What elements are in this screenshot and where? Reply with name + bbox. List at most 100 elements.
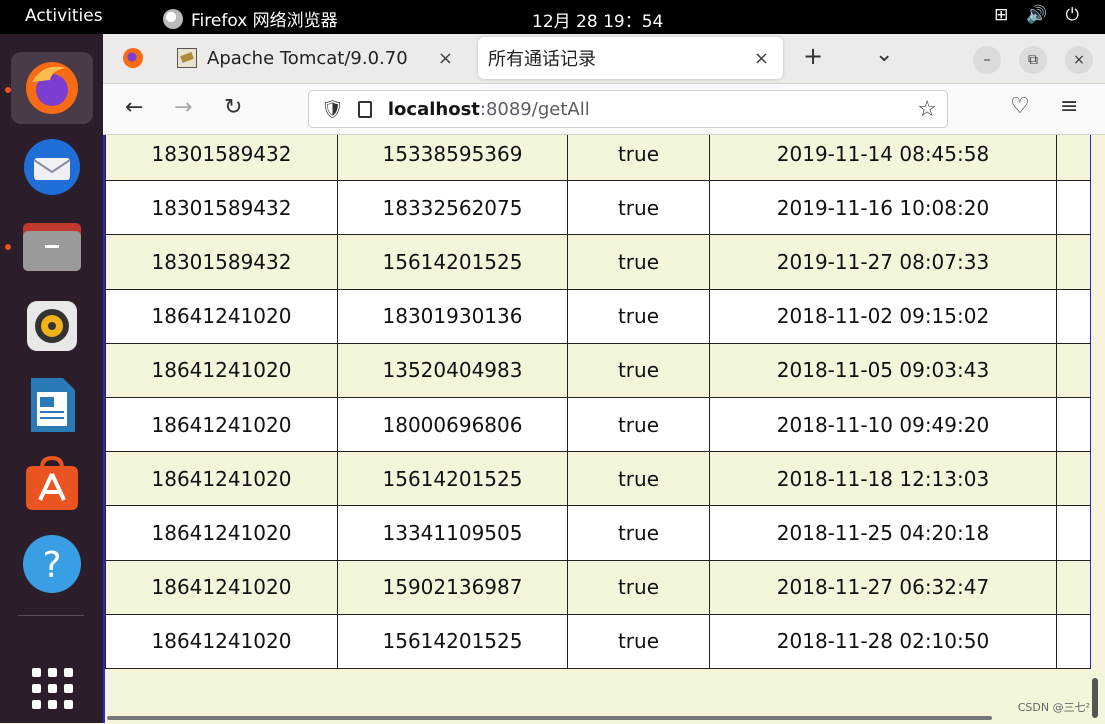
caller-cell: 18641241020 bbox=[105, 613, 338, 669]
tracking-protection-icon[interactable]: 🛡 bbox=[321, 99, 344, 120]
vertical-scrollbar[interactable] bbox=[1092, 678, 1098, 718]
time-cell: 2018-11-05 09:03:43 bbox=[709, 342, 1057, 398]
minimize-button[interactable]: – bbox=[973, 46, 1001, 74]
app-grid-icon bbox=[31, 667, 73, 709]
close-tab-icon[interactable]: × bbox=[438, 48, 453, 69]
files-icon bbox=[23, 223, 81, 271]
tab-call-records[interactable]: 所有通话记录 × bbox=[478, 37, 783, 79]
tab-label: Apache Tomcat/9.0.70 bbox=[207, 47, 408, 69]
dock: ? bbox=[0, 34, 103, 723]
svg-text:?: ? bbox=[42, 545, 61, 586]
table-row: 18641241020 13520404983 true 2018-11-05 09:… bbox=[105, 342, 1091, 398]
firefox-mini-icon bbox=[163, 8, 183, 29]
callee-cell: 13520404983 bbox=[337, 342, 568, 398]
table-row: 18641241020 15902136987 true 2018-11-27 06:… bbox=[105, 559, 1091, 615]
reload-button[interactable]: ↻ bbox=[224, 95, 242, 120]
table-row: 18641241020 15614201525 true 2018-11-28 02:… bbox=[105, 613, 1091, 669]
restore-button[interactable]: ⧉ bbox=[1019, 46, 1047, 74]
status-cell: true bbox=[567, 288, 710, 344]
status-cell: true bbox=[567, 451, 710, 507]
status-cell: true bbox=[567, 505, 710, 561]
caller-cell: 18641241020 bbox=[105, 288, 338, 344]
empty-cell bbox=[1056, 288, 1091, 344]
caller-cell: 18301589432 bbox=[105, 135, 338, 182]
app-menu-button[interactable]: ≡ bbox=[1060, 94, 1078, 119]
table-row: 18641241020 13341109505 true 2018-11-25 04:… bbox=[105, 505, 1091, 561]
callee-cell: 15614201525 bbox=[337, 613, 568, 669]
callee-cell: 13341109505 bbox=[337, 505, 568, 561]
firefox-icon bbox=[26, 62, 78, 114]
time-cell: 2018-11-02 09:15:02 bbox=[709, 288, 1057, 344]
tab-tomcat[interactable]: Apache Tomcat/9.0.70 × bbox=[167, 37, 467, 79]
dock-show-apps[interactable] bbox=[11, 652, 93, 724]
empty-cell bbox=[1056, 613, 1091, 669]
app-menu[interactable]: Firefox 网络浏览器 bbox=[163, 6, 338, 31]
volume-icon[interactable]: 🔊 bbox=[1026, 5, 1047, 25]
empty-cell bbox=[1056, 505, 1091, 561]
system-tray[interactable]: ⊞ 🔊 ⏻ bbox=[994, 5, 1079, 25]
list-all-tabs-button[interactable]: ⌄ bbox=[875, 42, 893, 67]
time-cell: 2018-11-10 09:49:20 bbox=[709, 396, 1057, 453]
table-row: 18641241020 18000696806 true 2018-11-10 09:… bbox=[105, 396, 1091, 453]
close-tab-icon[interactable]: × bbox=[754, 48, 769, 69]
dock-firefox[interactable] bbox=[11, 52, 93, 124]
callee-cell: 15614201525 bbox=[337, 234, 568, 290]
horizontal-scrollbar[interactable] bbox=[107, 716, 992, 720]
time-cell: 2019-11-27 08:07:33 bbox=[709, 234, 1057, 290]
table-row: 18301589432 15338595369 true 2019-11-14 08:… bbox=[105, 135, 1091, 182]
caller-cell: 18301589432 bbox=[105, 180, 338, 236]
dock-writer[interactable] bbox=[11, 369, 93, 441]
time-cell: 2018-11-27 06:32:47 bbox=[709, 559, 1057, 615]
activities-button[interactable]: Activities bbox=[25, 6, 103, 26]
tomcat-icon bbox=[177, 48, 197, 68]
caller-cell: 18301589432 bbox=[105, 234, 338, 290]
new-tab-button[interactable]: + bbox=[803, 42, 823, 70]
url-bar[interactable]: 🛡 localhost :8089/getAll ☆ bbox=[308, 90, 948, 128]
gnome-top-bar: Activities Firefox 网络浏览器 12月 28 19：54 ⊞ … bbox=[0, 0, 1105, 34]
call-records-table: 18301589432 15338595369 true 2019-11-14 08:… bbox=[105, 135, 1091, 669]
pocket-icon[interactable]: ♡ bbox=[1010, 94, 1030, 119]
forward-button[interactable]: → bbox=[174, 95, 192, 120]
network-icon[interactable]: ⊞ bbox=[994, 5, 1008, 25]
back-button[interactable]: ← bbox=[125, 95, 143, 120]
caller-cell: 18641241020 bbox=[105, 396, 338, 453]
dock-thunderbird[interactable] bbox=[11, 131, 93, 203]
callee-cell: 15338595369 bbox=[337, 135, 568, 182]
empty-cell bbox=[1056, 180, 1091, 236]
tab-label: 所有通话记录 bbox=[488, 49, 596, 70]
table-row: 18641241020 15614201525 true 2018-11-18 12:… bbox=[105, 451, 1091, 507]
dock-files[interactable] bbox=[11, 210, 93, 282]
time-cell: 2018-11-25 04:20:18 bbox=[709, 505, 1057, 561]
status-cell: true bbox=[567, 396, 710, 453]
status-cell: true bbox=[567, 342, 710, 398]
clock[interactable]: 12月 28 19：54 bbox=[532, 7, 663, 32]
rhythmbox-icon bbox=[27, 301, 77, 351]
bookmark-star-icon[interactable]: ☆ bbox=[917, 97, 937, 122]
caller-cell: 18641241020 bbox=[105, 451, 338, 507]
software-center-icon bbox=[26, 456, 78, 510]
firefox-view-tab[interactable] bbox=[109, 37, 157, 79]
status-cell: true bbox=[567, 180, 710, 236]
dock-separator bbox=[18, 615, 84, 616]
caller-cell: 18641241020 bbox=[105, 559, 338, 615]
page-info-icon[interactable] bbox=[357, 100, 372, 118]
dock-help[interactable]: ? bbox=[11, 528, 93, 600]
dock-rhythmbox[interactable] bbox=[11, 290, 93, 362]
time-cell: 2019-11-14 08:45:58 bbox=[709, 135, 1057, 182]
caller-cell: 18641241020 bbox=[105, 342, 338, 398]
libreoffice-writer-icon bbox=[31, 378, 75, 432]
table-row: 18641241020 18301930136 true 2018-11-02 09:… bbox=[105, 288, 1091, 344]
empty-cell bbox=[1056, 396, 1091, 453]
empty-cell bbox=[1056, 559, 1091, 615]
time-cell: 2018-11-18 12:13:03 bbox=[709, 451, 1057, 507]
time-cell: 2019-11-16 10:08:20 bbox=[709, 180, 1057, 236]
callee-cell: 18301930136 bbox=[337, 288, 568, 344]
url-path: :8089/getAll bbox=[479, 98, 590, 120]
time-cell: 2018-11-28 02:10:50 bbox=[709, 613, 1057, 669]
close-window-button[interactable]: × bbox=[1065, 46, 1093, 74]
callee-cell: 15902136987 bbox=[337, 559, 568, 615]
power-icon[interactable]: ⏻ bbox=[1066, 5, 1079, 25]
status-cell: true bbox=[567, 135, 710, 182]
dock-software[interactable] bbox=[11, 448, 93, 520]
help-icon: ? bbox=[23, 535, 81, 593]
